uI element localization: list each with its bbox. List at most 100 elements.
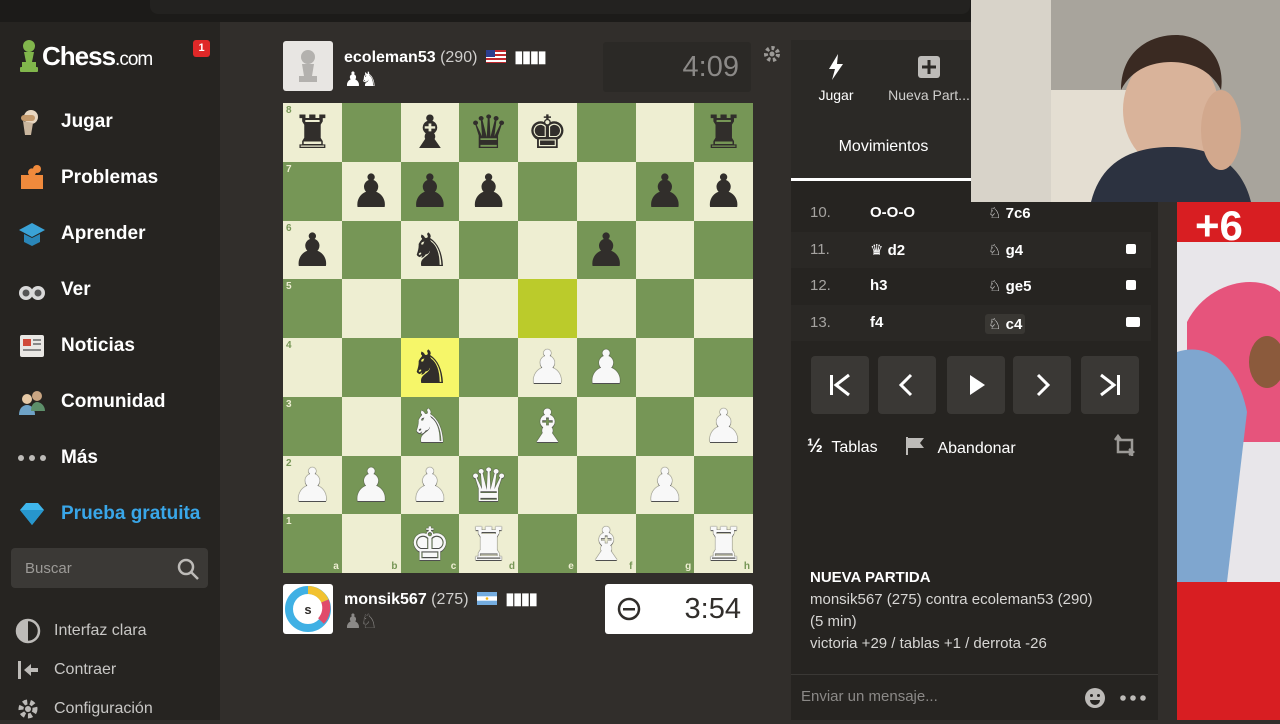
square-d4[interactable] bbox=[459, 338, 518, 397]
board-settings-icon[interactable] bbox=[762, 44, 782, 69]
square-b5[interactable] bbox=[341, 279, 401, 338]
black-knight-piece[interactable]: ♞ bbox=[401, 338, 460, 397]
black-king-piece[interactable]: ♚ bbox=[518, 103, 577, 162]
square-b8[interactable] bbox=[341, 103, 401, 162]
black-pawn-piece[interactable]: ♟ bbox=[459, 162, 518, 221]
tab-play[interactable]: Jugar bbox=[811, 54, 861, 103]
black-pawn-piece[interactable]: ♟ bbox=[401, 162, 460, 221]
sidebar-item-more[interactable]: Más bbox=[0, 430, 220, 486]
sidebar-item-free-trial[interactable]: Prueba gratuita bbox=[0, 486, 220, 542]
light-mode-toggle[interactable]: Interfaz clara bbox=[14, 616, 214, 646]
sidebar-item-watch[interactable]: Ver bbox=[0, 262, 220, 318]
square-a4[interactable]: 4 bbox=[283, 338, 342, 397]
square-b4[interactable] bbox=[341, 338, 401, 397]
square-b1[interactable]: b bbox=[341, 514, 401, 573]
square-a5[interactable]: 5 bbox=[283, 279, 342, 338]
square-h2[interactable] bbox=[694, 455, 753, 515]
square-d6[interactable] bbox=[459, 220, 518, 280]
white-pawn-piece[interactable]: ♟ bbox=[694, 397, 753, 456]
square-g1[interactable]: g bbox=[635, 514, 695, 573]
white-bishop-piece[interactable]: ♝ bbox=[518, 397, 577, 456]
search-input[interactable]: Buscar bbox=[11, 548, 208, 588]
more-options-icon[interactable] bbox=[1119, 687, 1147, 714]
sidebar-item-news[interactable]: Noticias bbox=[0, 318, 220, 374]
black-pawn-piece[interactable]: ♟ bbox=[694, 162, 753, 221]
chesscom-logo[interactable]: Chess.com bbox=[18, 36, 153, 76]
sidebar-item-puzzles[interactable]: Problemas bbox=[0, 150, 220, 206]
chess-board[interactable]: 8 ♜ ♝ ♛ ♚ ♜ 7 ♟ ♟ ♟ ♟ ♟ 6 ♟ ♞ ♟ 5 4 ♞ ♟ ♟ 3 ♞ ♝ ♟ 2 ♟ ♟ ♟ ♛ ♟ 1 a b c ♚ d ♜ e f… bbox=[283, 103, 753, 573]
square-d5[interactable] bbox=[459, 279, 518, 338]
black-pawn-piece[interactable]: ♟ bbox=[577, 221, 636, 280]
white-rook-piece[interactable]: ♜ bbox=[459, 514, 518, 573]
tab-moves[interactable]: Movimientos bbox=[791, 130, 976, 181]
sidebar-item-community[interactable]: Comunidad bbox=[0, 374, 220, 430]
next-move-button[interactable] bbox=[1013, 356, 1071, 414]
black-move[interactable]: ♘ ge5 bbox=[988, 277, 1031, 295]
square-e5[interactable] bbox=[518, 279, 577, 338]
white-king-piece[interactable]: ♚ bbox=[401, 514, 460, 573]
tab-new-game[interactable]: Nueva Part... bbox=[886, 54, 972, 103]
square-g5[interactable] bbox=[635, 279, 695, 338]
black-move[interactable]: ♘ g4 bbox=[988, 241, 1023, 259]
white-pawn-piece[interactable]: ♟ bbox=[518, 338, 577, 397]
white-pawn-piece[interactable]: ♟ bbox=[636, 456, 695, 515]
square-d3[interactable] bbox=[459, 396, 518, 456]
square-e7[interactable] bbox=[518, 161, 577, 221]
previous-move-button[interactable] bbox=[878, 356, 936, 414]
sidebar-item-learn[interactable]: Aprender bbox=[0, 206, 220, 262]
black-knight-piece[interactable]: ♞ bbox=[401, 221, 460, 280]
square-c5[interactable] bbox=[400, 279, 460, 338]
black-pawn-piece[interactable]: ♟ bbox=[342, 162, 401, 221]
square-g6[interactable] bbox=[635, 220, 695, 280]
draw-button[interactable]: ½ Tablas bbox=[807, 436, 878, 458]
square-e2[interactable] bbox=[518, 455, 577, 515]
square-f2[interactable] bbox=[576, 455, 636, 515]
black-rook-piece[interactable]: ♜ bbox=[694, 103, 753, 162]
black-rook-piece[interactable]: ♜ bbox=[283, 103, 342, 162]
chat-input[interactable]: Enviar un mensaje... bbox=[791, 674, 1158, 721]
white-pawn-piece[interactable]: ♟ bbox=[342, 456, 401, 515]
black-pawn-piece[interactable]: ♟ bbox=[283, 221, 342, 280]
white-move[interactable]: O-O-O bbox=[870, 204, 915, 221]
black-move-current[interactable]: ♘ c4 bbox=[985, 313, 1026, 334]
square-e1[interactable]: e bbox=[518, 514, 577, 573]
white-pawn-piece[interactable]: ♟ bbox=[577, 338, 636, 397]
black-queen-piece[interactable]: ♛ bbox=[459, 103, 518, 162]
square-h4[interactable] bbox=[694, 338, 753, 397]
square-b3[interactable] bbox=[341, 396, 401, 456]
square-h5[interactable] bbox=[694, 279, 753, 338]
opponent-avatar[interactable] bbox=[283, 41, 333, 91]
white-pawn-piece[interactable]: ♟ bbox=[283, 456, 342, 515]
player-username[interactable]: monsik567 bbox=[344, 591, 427, 608]
white-knight-piece[interactable]: ♞ bbox=[401, 397, 460, 456]
emoji-icon[interactable] bbox=[1084, 687, 1106, 714]
white-rook-piece[interactable]: ♜ bbox=[694, 514, 753, 573]
square-a7[interactable]: 7 bbox=[283, 161, 342, 221]
white-queen-piece[interactable]: ♛ bbox=[459, 456, 518, 515]
square-g8[interactable] bbox=[635, 103, 695, 162]
square-f8[interactable] bbox=[576, 103, 636, 162]
white-pawn-piece[interactable]: ♟ bbox=[401, 456, 460, 515]
square-e6[interactable] bbox=[518, 220, 577, 280]
play-button[interactable] bbox=[947, 356, 1005, 414]
first-move-button[interactable] bbox=[811, 356, 869, 414]
black-move[interactable]: ♘ 7c6 bbox=[988, 204, 1031, 222]
player-avatar[interactable]: s bbox=[283, 584, 333, 634]
white-bishop-piece[interactable]: ♝ bbox=[577, 514, 636, 573]
black-bishop-piece[interactable]: ♝ bbox=[401, 103, 460, 162]
black-pawn-piece[interactable]: ♟ bbox=[636, 162, 695, 221]
white-move[interactable]: ♛ d2 bbox=[870, 241, 905, 259]
resign-button[interactable]: Abandonar bbox=[905, 436, 1016, 458]
sidebar-item-play[interactable]: Jugar bbox=[0, 94, 220, 150]
opponent-username[interactable]: ecoleman53 bbox=[344, 49, 436, 66]
flip-board-icon[interactable] bbox=[1112, 433, 1138, 464]
advertisement-banner[interactable]: +6 bbox=[1177, 202, 1280, 720]
square-a3[interactable]: 3 bbox=[283, 396, 342, 456]
white-move[interactable]: h3 bbox=[870, 277, 888, 294]
notification-badge[interactable]: 1 bbox=[193, 40, 210, 57]
square-g3[interactable] bbox=[635, 396, 695, 456]
square-g4[interactable] bbox=[635, 338, 695, 397]
square-f3[interactable] bbox=[576, 396, 636, 456]
square-h6[interactable] bbox=[694, 220, 753, 280]
square-a1[interactable]: 1a bbox=[283, 514, 342, 573]
